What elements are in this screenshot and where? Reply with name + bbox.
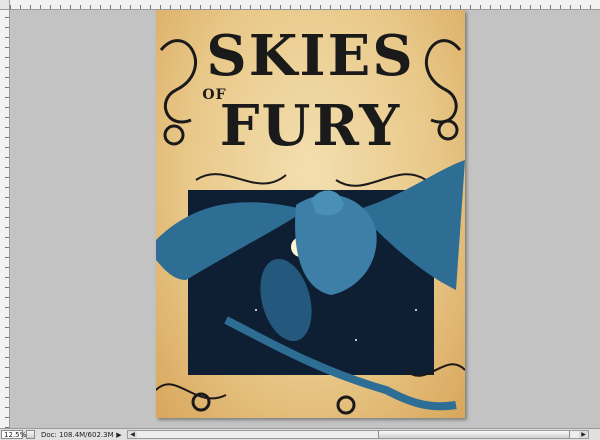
status-menu-icon[interactable]	[26, 430, 35, 439]
arrow-right-icon[interactable]: ▶	[579, 431, 588, 438]
vertical-ruler[interactable]	[0, 10, 10, 428]
scrollbar-thumb[interactable]	[378, 431, 570, 438]
status-info-menu-arrow[interactable]: ▶	[115, 431, 123, 439]
swirl-ornament	[195, 173, 287, 185]
arrow-left-icon[interactable]: ◀	[128, 431, 137, 438]
document-size-info: Doc: 108.4M/602.3M	[41, 430, 114, 439]
gear-ornament	[336, 395, 356, 415]
zoom-level-field[interactable]: 12.5%	[1, 430, 26, 439]
ruler-origin[interactable]	[0, 0, 10, 10]
status-bar: 12.5% Doc: 108.4M/602.3M ▶ ◀ ▶	[0, 428, 600, 440]
swirl-ornament	[335, 173, 427, 187]
swirl-ornament	[156, 383, 227, 400]
poster-title-line1: SKIES	[206, 23, 415, 89]
horizontal-scrollbar[interactable]: ◀ ▶	[127, 430, 589, 439]
poster-title-line2: FURY	[219, 93, 402, 159]
document-canvas[interactable]: SKIES OF FURY	[10, 10, 600, 428]
poster-artwork: SKIES OF FURY	[156, 10, 465, 418]
horizontal-ruler[interactable]	[10, 0, 600, 10]
